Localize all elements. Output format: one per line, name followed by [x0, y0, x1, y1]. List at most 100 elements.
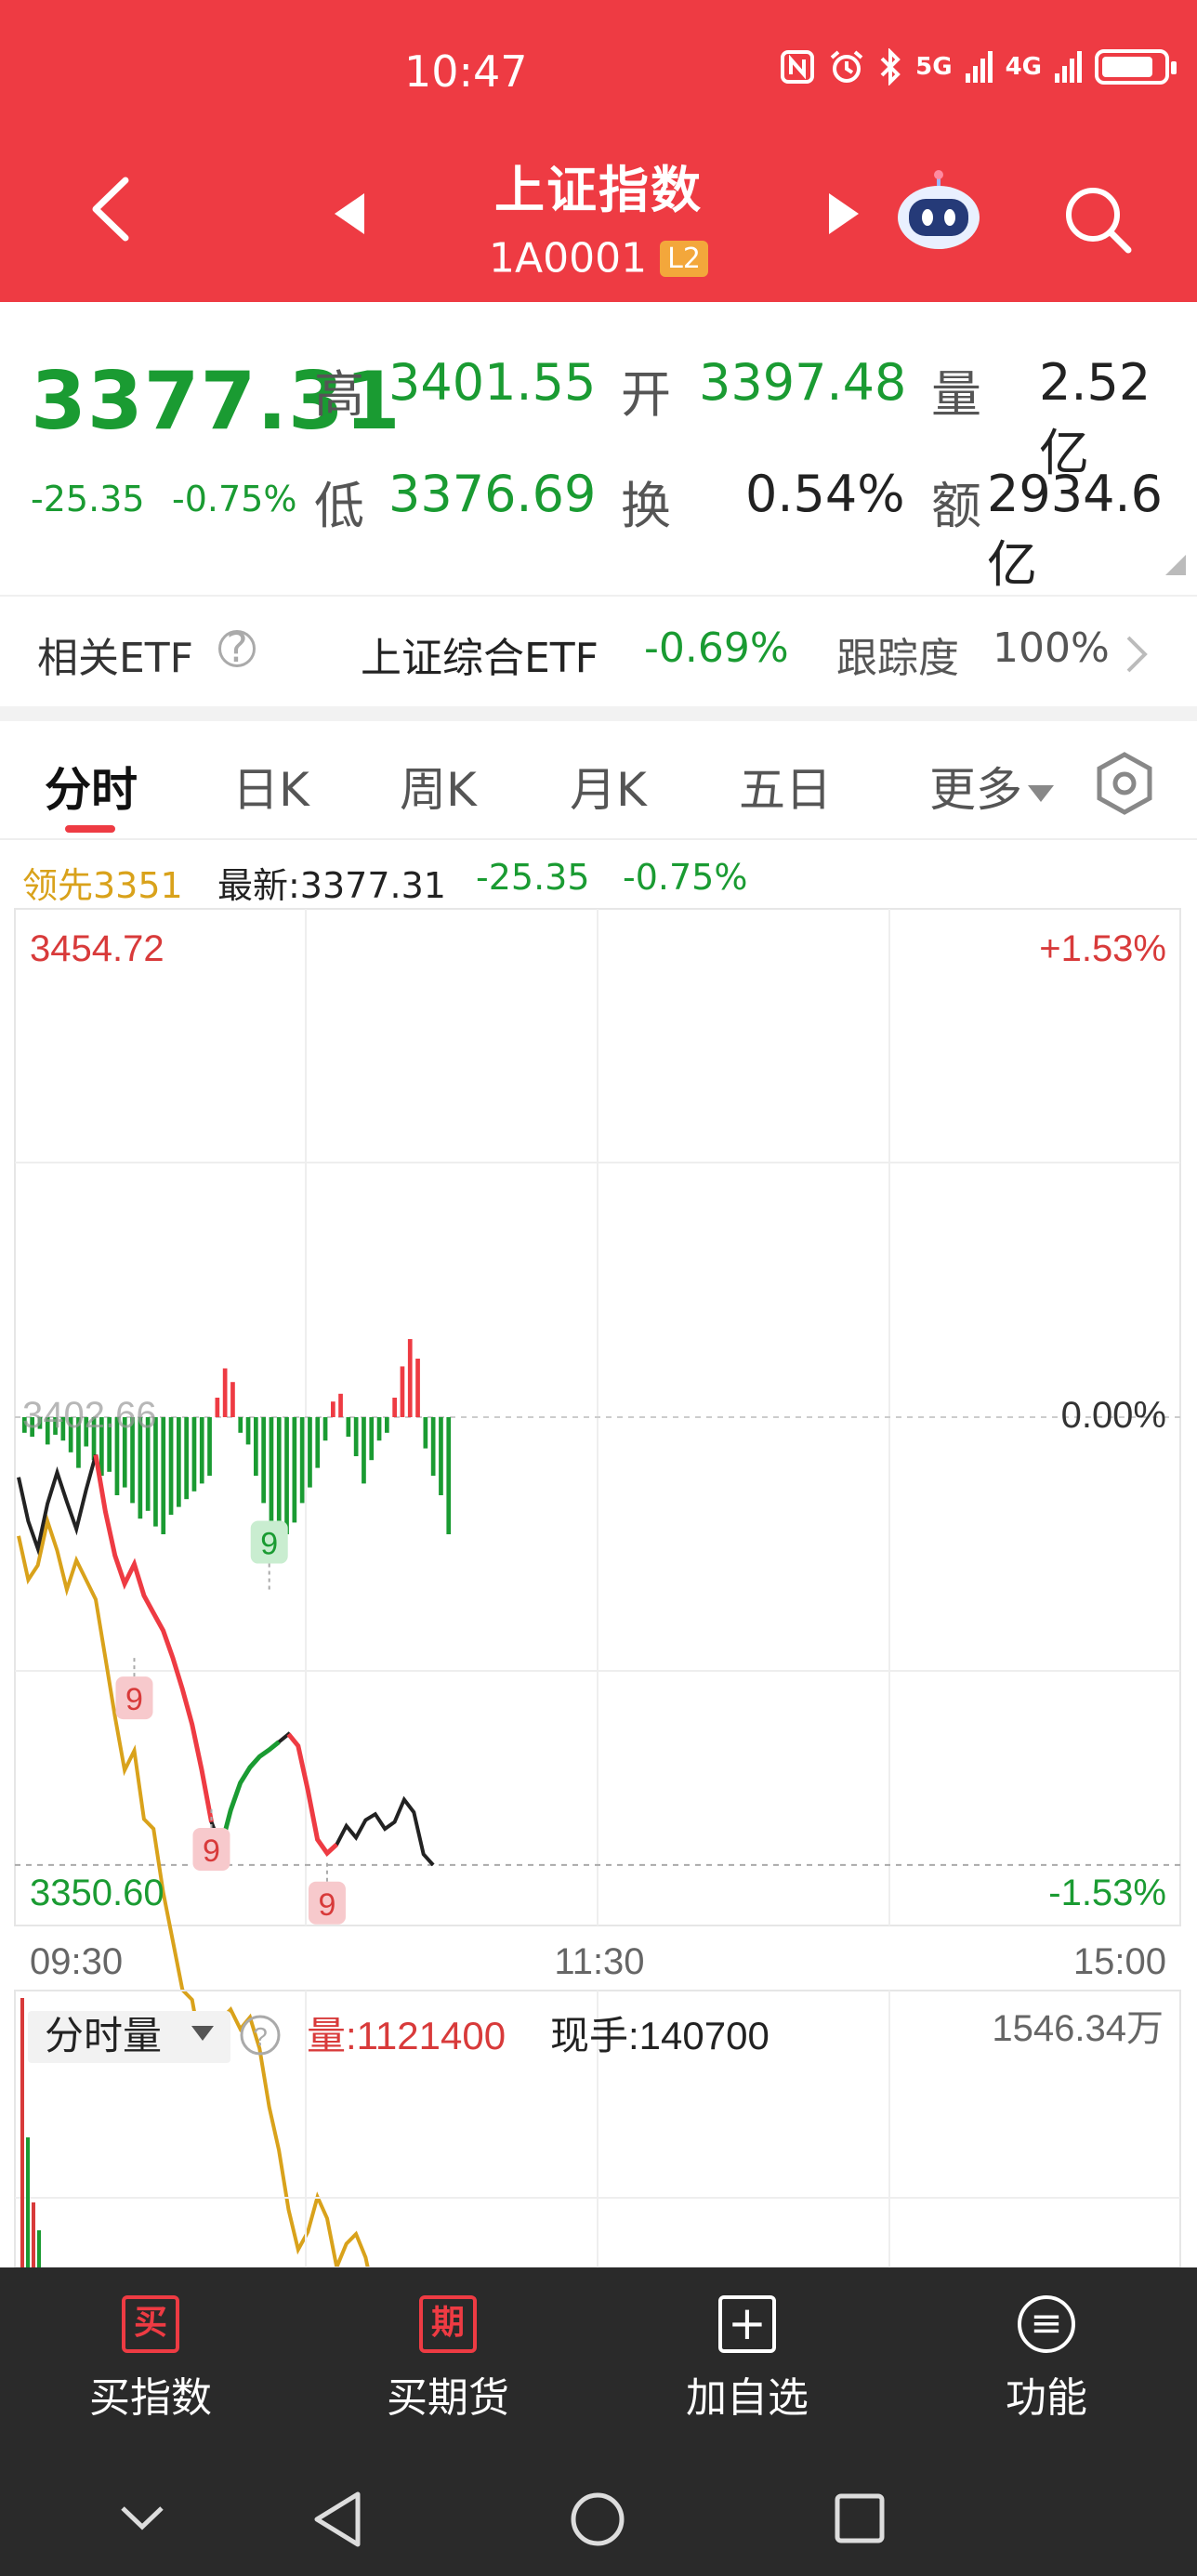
page-title: 上证指数 — [494, 161, 703, 219]
bluetooth-icon — [880, 48, 901, 85]
signal-bar — [199, 1417, 204, 1484]
signal-bars — [22, 1339, 452, 1543]
signal-bar — [415, 1359, 420, 1417]
tab-five-day[interactable]: 五日 — [739, 753, 832, 820]
signal-bar — [385, 1417, 389, 1433]
related-etf-row[interactable]: 相关ETF ? 上证综合ETF -0.69% 跟踪度 100% — [0, 595, 1197, 706]
next-index-icon[interactable] — [829, 193, 859, 234]
chevron-down-icon[interactable] — [119, 2504, 165, 2532]
x-tick-open: 09:30 — [30, 1941, 123, 1982]
prev-close-label: 3402.66 — [22, 1395, 157, 1436]
signal-bar — [338, 1393, 343, 1417]
add-watchlist-label: 加自选 — [686, 2374, 809, 2422]
alarm-icon — [830, 50, 863, 83]
signal-bar — [222, 1368, 228, 1417]
price-change-pct: -0.75% — [172, 479, 297, 519]
legend-change: -25.35 — [476, 857, 590, 898]
volume-selector-label: 分时量 — [45, 2014, 162, 2057]
tab-more[interactable]: 更多 — [929, 753, 1054, 820]
volume-panel: 分时量 ? 量:1121400 现手:140700 1546.34万 — [14, 1990, 1181, 2267]
plus-icon: + — [718, 2295, 776, 2353]
signal-bar — [315, 1417, 321, 1468]
signal-bar — [392, 1398, 397, 1417]
nav-back-icon[interactable] — [311, 2491, 363, 2548]
section-divider — [0, 706, 1197, 721]
etf-name: 上证综合ETF — [361, 635, 598, 682]
signal-bar — [439, 1417, 443, 1495]
level2-badge: L2 — [660, 240, 708, 277]
signal-marker: 9 — [250, 1520, 288, 1590]
price-trend-segment — [218, 1740, 281, 1848]
help-icon-label: ? — [253, 2022, 268, 2051]
tab-daily-k[interactable]: 日K — [232, 753, 309, 820]
chart-grid — [14, 908, 1181, 1926]
signal-bar — [284, 1417, 289, 1534]
price-line — [17, 1454, 435, 1867]
nfc-icon — [781, 50, 815, 84]
pct-zero-label: 0.00% — [1061, 1395, 1166, 1436]
high-label: 高 — [314, 365, 364, 424]
buy-index-label: 买指数 — [89, 2374, 212, 2422]
dropdown-arrow-icon — [1028, 784, 1054, 802]
search-icon[interactable] — [1059, 181, 1134, 256]
amount-label: 额 — [931, 477, 981, 535]
high-value: 3401.55 — [388, 353, 597, 412]
signal-bar — [254, 1417, 258, 1476]
signal-bar — [215, 1398, 220, 1417]
robot-assistant-icon[interactable] — [892, 169, 985, 253]
signal-bar — [423, 1417, 428, 1449]
open-label: 开 — [621, 365, 671, 424]
buy-futures-button[interactable]: 期 买期货 — [355, 2295, 541, 2424]
signal-marker: 9 — [115, 1658, 153, 1720]
signal-4g-icon — [1055, 51, 1082, 83]
active-tab-indicator — [65, 825, 115, 833]
amount-value: 2934.6亿 — [987, 465, 1163, 594]
help-icon[interactable]: ? — [218, 628, 256, 669]
signal-bar — [369, 1417, 375, 1461]
signal-bar — [230, 1382, 235, 1417]
nav-recents-icon[interactable] — [834, 2492, 886, 2544]
tab-monthly-k[interactable]: 月K — [570, 753, 647, 820]
signal-bar — [207, 1417, 212, 1476]
signal-marker-label: 9 — [203, 1833, 220, 1869]
signal-bar — [446, 1417, 452, 1534]
volume-total: 量:1121400 — [307, 2014, 506, 2057]
tab-weekly-k[interactable]: 周K — [400, 753, 477, 820]
signal-bar — [400, 1366, 405, 1417]
signal-bar — [292, 1417, 297, 1523]
buy-index-button[interactable]: 买 买指数 — [58, 2295, 243, 2424]
legend-change-pct: -0.75% — [623, 857, 748, 898]
turnover-label: 换 — [621, 477, 671, 535]
y-max-label: 3454.72 — [30, 928, 164, 969]
etf-pct: -0.69% — [644, 624, 789, 672]
chevron-right-icon — [1126, 636, 1148, 673]
price-change: -25.35 — [31, 479, 145, 519]
signal-bar — [308, 1417, 312, 1488]
buy-futures-label: 买期货 — [387, 2374, 509, 2422]
settings-hexagon-icon[interactable] — [1092, 751, 1157, 816]
signal-bar — [376, 1417, 382, 1441]
signal-bar — [269, 1417, 274, 1531]
buy-icon: 买 — [122, 2295, 179, 2353]
tab-intraday[interactable]: 分时 — [45, 753, 138, 820]
quote-panel: 3377.31 -25.35 -0.75% 高 3401.55 开 3397.4… — [0, 302, 1197, 594]
turnover-value: 0.54% — [745, 465, 905, 523]
signal-markers: 9 9 9 9 — [93, 1454, 346, 1925]
chart-tabs: 分时 日K 周K 月K 五日 更多 — [0, 721, 1197, 840]
signal-marker: 9 — [192, 1808, 230, 1871]
tracking-value: 100% — [993, 624, 1110, 672]
tab-more-label: 更多 — [929, 763, 1022, 817]
etf-label: 相关ETF — [37, 635, 193, 682]
intraday-chart[interactable]: 9 9 9 9 3454.72 +1.53% 3402.66 0.00% 3350.6… — [0, 901, 1197, 2267]
signal-bar — [322, 1417, 328, 1441]
expand-corner-icon[interactable] — [1165, 555, 1186, 575]
futures-icon: 期 — [419, 2295, 477, 2353]
add-watchlist-button[interactable]: + 加自选 — [654, 2295, 840, 2424]
functions-button[interactable]: ≡ 功能 — [954, 2295, 1139, 2424]
signal-marker-label: 9 — [125, 1682, 143, 1717]
bottom-action-bar: 买 买指数 期 买期货 + 加自选 ≡ 功能 — [0, 2267, 1197, 2463]
signal-bar — [168, 1417, 174, 1515]
signal-bar — [362, 1417, 366, 1484]
leading-index-label: 领先3351 — [22, 865, 183, 906]
nav-home-icon[interactable] — [569, 2491, 626, 2548]
